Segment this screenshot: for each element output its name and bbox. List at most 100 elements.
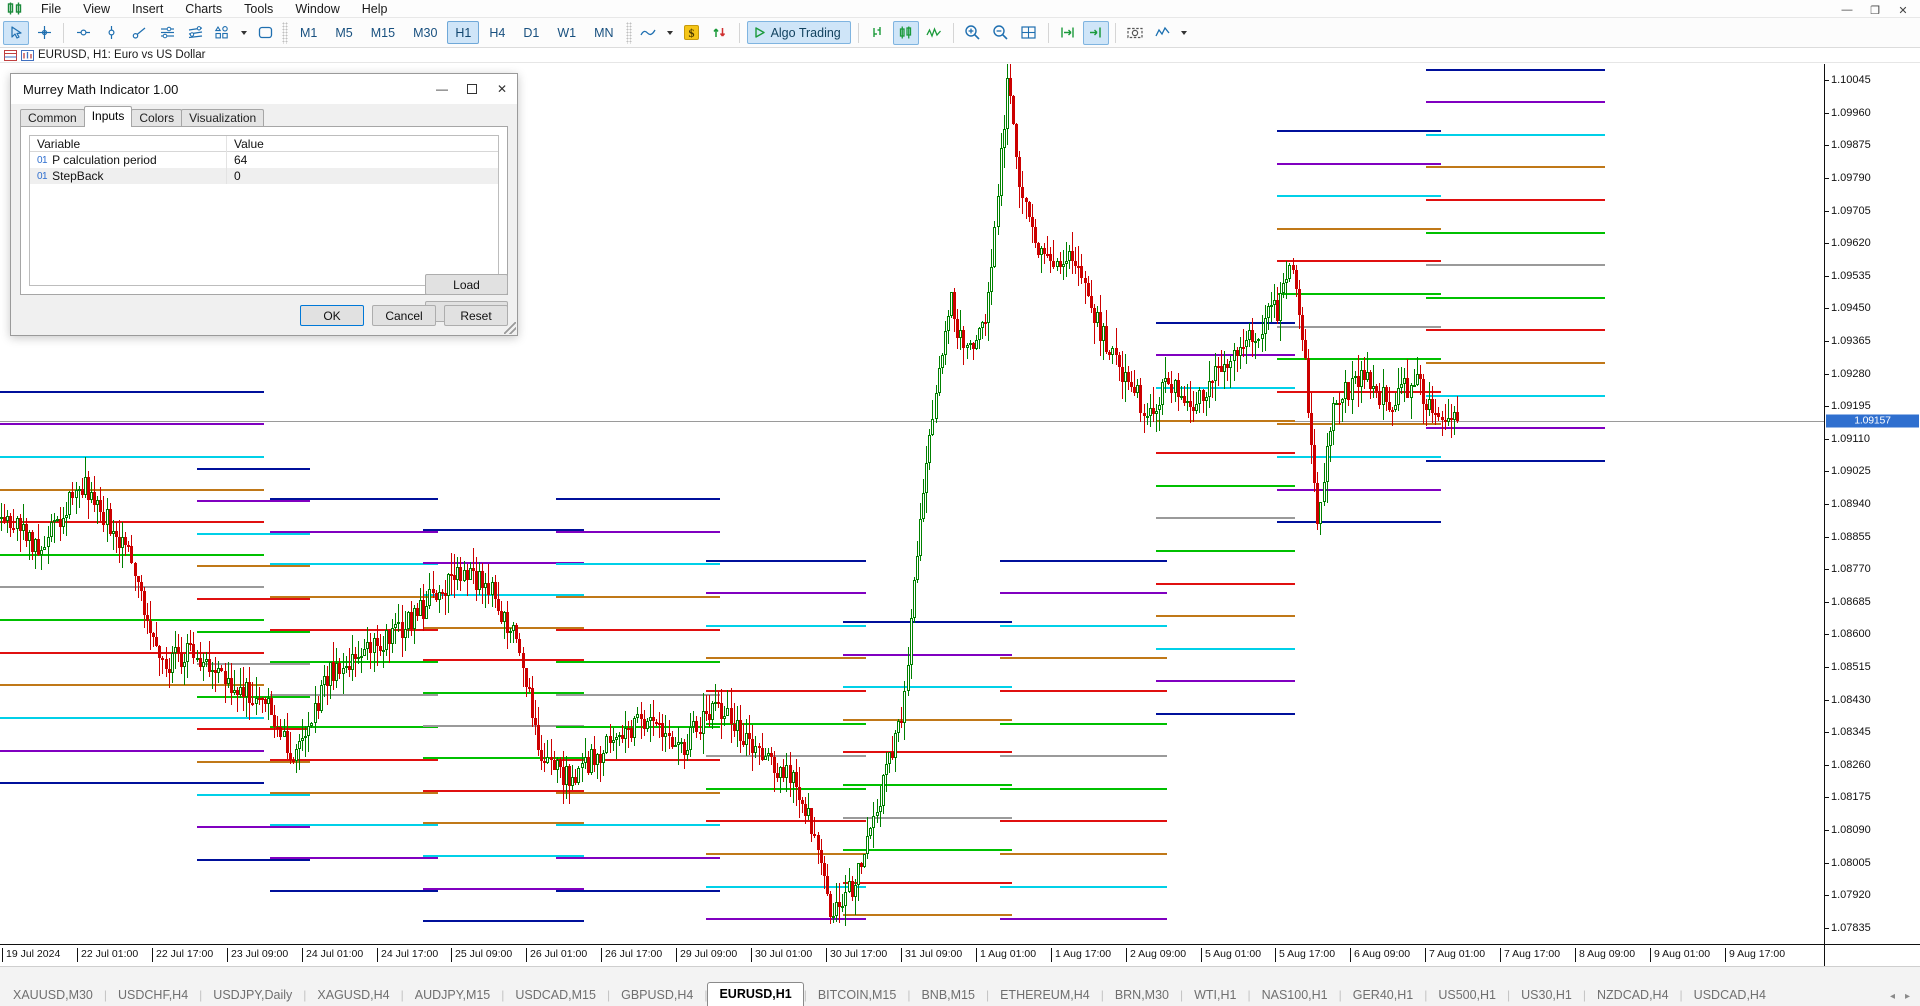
symbol-tab-us30-h1[interactable]: US30,H1 [1510, 985, 1583, 1006]
arrows-updown-icon[interactable] [707, 21, 733, 45]
symbol-tab-xauusd-m30[interactable]: XAUUSD,M30 [2, 985, 104, 1006]
candlestick-icon[interactable] [893, 21, 919, 45]
restore-button[interactable]: ❐ [1862, 2, 1888, 18]
dialog-maximize-button[interactable] [457, 75, 487, 104]
menu-tools[interactable]: Tools [233, 0, 284, 18]
indicator-properties-dialog[interactable]: Murrey Math Indicator 1.00 — ✕ Common In… [10, 73, 518, 336]
inputs-grid[interactable]: Variable Value 01 P calculation period 6… [29, 135, 499, 286]
menu-help[interactable]: Help [351, 0, 399, 18]
symbol-tab-bitcoin-m15[interactable]: BITCOIN,M15 [807, 985, 908, 1006]
bar-chart-icon[interactable] [865, 21, 891, 45]
crosshair-icon[interactable] [31, 21, 57, 45]
timeframe-d1[interactable]: D1 [515, 21, 547, 44]
zoom-out-icon[interactable] [988, 21, 1014, 45]
timeframe-mn[interactable]: MN [586, 21, 621, 44]
symbol-tab-audjpy-m15[interactable]: AUDJPY,M15 [404, 985, 502, 1006]
channel-icon[interactable] [154, 21, 180, 45]
shift-end-icon[interactable] [1055, 21, 1081, 45]
dialog-resize-grip[interactable] [504, 322, 516, 334]
line-graph-icon[interactable] [921, 21, 947, 45]
templates-dropdown-icon[interactable] [1178, 21, 1191, 45]
candle-body [531, 688, 534, 718]
fibonacci-icon[interactable] [182, 21, 208, 45]
symbol-tab-ger40-h1[interactable]: GER40,H1 [1342, 985, 1424, 1006]
toolbar-grip-2[interactable] [626, 22, 632, 44]
murrey-level-line [1277, 228, 1441, 230]
timeframe-m1[interactable]: M1 [292, 21, 325, 44]
candle-body [1018, 157, 1021, 187]
candle-wick [395, 613, 396, 644]
grid-cell-value[interactable]: 64 [227, 153, 247, 167]
dollar-icon[interactable]: $ [679, 21, 705, 45]
line-chart-icon[interactable] [636, 21, 662, 45]
load-button[interactable]: Load [425, 274, 508, 295]
price-axis-label: 1.10045 [1831, 74, 1871, 86]
symbol-tab-usdcad-h4[interactable]: USDCAD,H4 [1683, 985, 1777, 1006]
dialog-title-bar[interactable]: Murrey Math Indicator 1.00 — ✕ [11, 74, 517, 104]
minimize-button[interactable]: — [1834, 2, 1860, 18]
symbol-tab-brn-m30[interactable]: BRN,M30 [1104, 985, 1180, 1006]
rectangle-select-icon[interactable] [252, 21, 278, 45]
dialog-close-button[interactable]: ✕ [487, 75, 517, 104]
price-axis[interactable]: 1.100451.099601.098751.097901.097051.096… [1824, 64, 1920, 944]
menu-insert[interactable]: Insert [121, 0, 174, 18]
tab-colors[interactable]: Colors [131, 109, 182, 127]
menu-view[interactable]: View [72, 0, 121, 18]
chart-type-dropdown-icon[interactable] [664, 21, 677, 45]
symbol-tab-xagusd-h4[interactable]: XAGUSD,H4 [306, 985, 400, 1006]
scroll-right-button[interactable]: ▸ [1905, 991, 1910, 1002]
symbol-tab-usdjpy-daily[interactable]: USDJPY,Daily [202, 985, 303, 1006]
grid-row-p-calculation-period[interactable]: 01 P calculation period 64 [30, 152, 498, 168]
screenshot-icon[interactable] [1122, 21, 1148, 45]
symbol-tab-us500-h1[interactable]: US500,H1 [1427, 985, 1507, 1006]
symbol-tab-nzdcad-h4[interactable]: NZDCAD,H4 [1586, 985, 1680, 1006]
grid-icon[interactable] [1016, 21, 1042, 45]
timeframe-m5[interactable]: M5 [327, 21, 360, 44]
shapes-dropdown-icon[interactable] [238, 21, 250, 45]
tab-visualization[interactable]: Visualization [181, 109, 264, 127]
close-button[interactable]: ✕ [1890, 2, 1916, 18]
ok-button[interactable]: OK [300, 305, 364, 326]
timeframe-h1[interactable]: H1 [447, 21, 479, 44]
time-axis[interactable]: 19 Jul 202422 Jul 01:0022 Jul 17:0023 Ju… [0, 944, 1824, 966]
auto-scroll-icon[interactable] [1083, 21, 1109, 45]
symbol-tab-nas100-h1[interactable]: NAS100,H1 [1251, 985, 1339, 1006]
candle-body [1080, 266, 1083, 277]
timeframe-m30[interactable]: M30 [405, 21, 445, 44]
symbol-tab-eurusd-h1[interactable]: EURUSD,H1 [707, 982, 803, 1006]
menu-window[interactable]: Window [284, 0, 350, 18]
algo-trading-button[interactable]: Algo Trading [747, 21, 851, 44]
murrey-level-line [1156, 485, 1295, 487]
symbol-tab-usdchf-h4[interactable]: USDCHF,H4 [107, 985, 199, 1006]
trendline-icon[interactable] [70, 21, 96, 45]
tab-common[interactable]: Common [20, 109, 85, 127]
shapes-icon[interactable] [210, 21, 236, 45]
timeframe-h4[interactable]: H4 [481, 21, 513, 44]
murrey-level-line [556, 563, 720, 565]
grid-cell-value[interactable]: 0 [227, 169, 241, 183]
candle-body [1195, 404, 1198, 411]
symbol-tab-ethereum-h4[interactable]: ETHEREUM,H4 [989, 985, 1101, 1006]
symbol-tab-wti-h1[interactable]: WTI,H1 [1183, 985, 1247, 1006]
grid-row-stepback[interactable]: 01 StepBack 0 [30, 168, 498, 184]
menu-charts[interactable]: Charts [174, 0, 233, 18]
reset-button[interactable]: Reset [444, 305, 508, 326]
murrey-level-line [1426, 329, 1605, 331]
templates-icon[interactable] [1150, 21, 1176, 45]
symbol-tab-gbpusd-h4[interactable]: GBPUSD,H4 [610, 985, 704, 1006]
menu-file[interactable]: File [30, 0, 72, 18]
timeframe-m15[interactable]: M15 [363, 21, 403, 44]
dialog-minimize-button[interactable]: — [427, 75, 457, 104]
timeframe-w1[interactable]: W1 [549, 21, 584, 44]
symbol-tab-bnb-m15[interactable]: BNB,M15 [910, 985, 986, 1006]
cursor-icon[interactable] [3, 21, 29, 45]
tab-inputs[interactable]: Inputs [84, 106, 133, 127]
toolbar-grip[interactable] [282, 22, 288, 44]
cancel-button[interactable]: Cancel [372, 305, 436, 326]
symbol-tab-usdcad-m15[interactable]: USDCAD,M15 [504, 985, 607, 1006]
scroll-left-button[interactable]: ◂ [1890, 991, 1895, 1002]
price-axis-label: 1.09790 [1831, 172, 1871, 184]
zoom-in-icon[interactable] [960, 21, 986, 45]
diagonal-line-icon[interactable] [126, 21, 152, 45]
vertical-line-icon[interactable] [98, 21, 124, 45]
